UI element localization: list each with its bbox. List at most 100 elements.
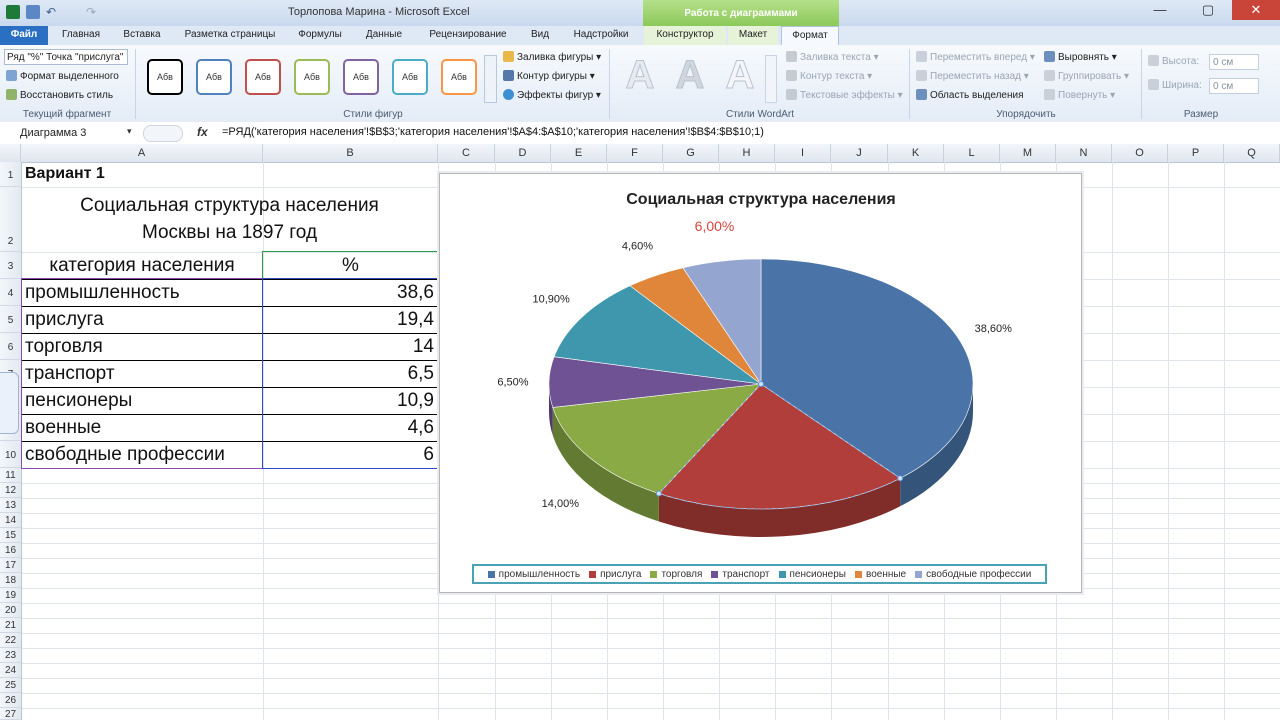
row-header[interactable]: 14	[0, 513, 21, 528]
save-icon[interactable]	[26, 5, 40, 19]
column-header[interactable]: K	[888, 144, 944, 162]
column-header[interactable]: I	[775, 144, 831, 162]
cell-a2-line2[interactable]: Москвы на 1897 год	[21, 222, 438, 244]
text-effects-button[interactable]: Текстовые эффекты ▾	[786, 89, 903, 101]
cell-a1[interactable]: Вариант 1	[25, 165, 105, 183]
text-fill-button[interactable]: Заливка текста ▾	[786, 51, 879, 63]
column-header[interactable]: M	[1000, 144, 1056, 162]
tab-view[interactable]: Вид	[522, 26, 558, 45]
side-panel-handle[interactable]	[0, 372, 19, 434]
select-all-corner[interactable]	[0, 144, 21, 162]
row-header[interactable]: 22	[0, 633, 21, 648]
shape-style-swatch-1[interactable]: Абв	[147, 59, 183, 95]
column-header[interactable]: O	[1112, 144, 1168, 162]
chart-legend[interactable]: промышленность прислуга торговля транспорт п…	[472, 564, 1047, 584]
shape-style-swatch-3[interactable]: Абв	[245, 59, 281, 95]
row-header[interactable]: 13	[0, 498, 21, 513]
row-header[interactable]: 16	[0, 543, 21, 558]
row-header[interactable]: 23	[0, 648, 21, 663]
selection-handle[interactable]	[758, 381, 764, 387]
column-header[interactable]: H	[719, 144, 775, 162]
tab-insert[interactable]: Вставка	[112, 26, 172, 45]
legend-item-транспорт[interactable]: транспорт	[711, 569, 770, 580]
undo-icon[interactable]: ↶	[44, 5, 58, 19]
shape-style-swatch-4[interactable]: Абв	[294, 59, 330, 95]
row-header[interactable]: 17	[0, 558, 21, 573]
column-header[interactable]: P	[1168, 144, 1224, 162]
close-button[interactable]: ✕	[1232, 0, 1280, 20]
minimize-button[interactable]: —	[1136, 0, 1184, 20]
legend-item-промышленность[interactable]: промышленность	[487, 569, 580, 580]
wordart-scroll[interactable]	[765, 55, 777, 103]
formula-bar-expander[interactable]	[143, 125, 183, 142]
shape-fill-button[interactable]: Заливка фигуры ▾	[503, 51, 601, 63]
row-header[interactable]: 5	[0, 306, 21, 333]
column-header[interactable]: G	[663, 144, 719, 162]
column-header[interactable]: D	[495, 144, 551, 162]
tab-formulas[interactable]: Формулы	[290, 26, 350, 45]
reset-style-button[interactable]: Восстановить стиль	[6, 89, 113, 101]
chart-element-dropdown[interactable]: Ряд "%" Точка "прислуга"	[4, 49, 128, 65]
shape-style-swatch-7[interactable]: Абв	[441, 59, 477, 95]
row-header[interactable]: 10	[0, 441, 21, 468]
data-label-промышленность[interactable]: 38,60%	[975, 323, 1013, 335]
name-box-dropdown-icon[interactable]: ▾	[127, 126, 132, 137]
height-input[interactable]: 0 см	[1209, 54, 1259, 70]
redo-icon[interactable]: ↷	[84, 5, 98, 19]
tab-page-layout[interactable]: Разметка страницы	[178, 26, 282, 45]
row-header[interactable]: 12	[0, 483, 21, 498]
row-header[interactable]: 20	[0, 603, 21, 618]
align-button[interactable]: Выровнять ▾	[1044, 51, 1117, 63]
column-header[interactable]: Q	[1224, 144, 1280, 162]
shape-outline-button[interactable]: Контур фигуры ▾	[503, 70, 595, 82]
row-header[interactable]: 11	[0, 468, 21, 483]
legend-item-военные[interactable]: военные	[855, 569, 906, 580]
legend-item-свободные-профессии[interactable]: свободные профессии	[915, 569, 1031, 580]
name-box[interactable]: Диаграмма 3	[20, 125, 136, 141]
data-label-торговля[interactable]: 14,00%	[542, 498, 580, 510]
chart-title[interactable]: Социальная структура населения	[626, 191, 896, 208]
row-header[interactable]: 3	[0, 252, 21, 279]
column-header[interactable]: B	[263, 144, 438, 162]
pie-chart[interactable]: Социальная структура населения38,60%19,4…	[439, 173, 1082, 593]
column-header[interactable]: E	[551, 144, 607, 162]
row-header[interactable]: 25	[0, 678, 21, 693]
selection-pane-button[interactable]: Область выделения	[916, 89, 1024, 101]
wordart-style-1[interactable]: A	[620, 53, 660, 98]
row-header[interactable]: 18	[0, 573, 21, 588]
wordart-style-2[interactable]: A	[670, 53, 710, 98]
selection-handle[interactable]	[897, 475, 904, 482]
row-header[interactable]: 15	[0, 528, 21, 543]
data-label-военные[interactable]: 4,60%	[622, 240, 653, 252]
row-header[interactable]: 1	[0, 162, 21, 187]
row-header[interactable]: 27	[0, 708, 21, 720]
pie-chart-svg[interactable]: Социальная структура населения38,60%19,4…	[440, 174, 1081, 592]
legend-item-пенсионеры[interactable]: пенсионеры	[778, 569, 846, 580]
data-label-пенсионеры[interactable]: 10,90%	[533, 294, 571, 306]
maximize-button[interactable]: ▢	[1184, 0, 1232, 20]
cell-a2-line1[interactable]: Социальная структура населения	[21, 195, 438, 217]
selection-handle[interactable]	[655, 490, 662, 497]
row-header[interactable]: 26	[0, 693, 21, 708]
column-header[interactable]: A	[21, 144, 263, 162]
shape-styles-scroll[interactable]	[484, 55, 497, 103]
shape-style-swatch-5[interactable]: Абв	[343, 59, 379, 95]
data-label-транспорт[interactable]: 6,50%	[497, 376, 528, 388]
send-backward-button[interactable]: Переместить назад ▾	[916, 70, 1029, 82]
tab-file[interactable]: Файл	[0, 26, 48, 45]
tab-home[interactable]: Главная	[55, 26, 107, 45]
legend-item-прислуга[interactable]: прислуга	[589, 569, 641, 580]
tab-format[interactable]: Формат	[781, 26, 839, 45]
shape-style-swatch-6[interactable]: Абв	[392, 59, 428, 95]
cell-header-category[interactable]: категория населения	[21, 255, 263, 277]
legend-item-торговля[interactable]: торговля	[650, 569, 702, 580]
width-input[interactable]: 0 см	[1209, 78, 1259, 94]
tab-review[interactable]: Рецензирование	[420, 26, 516, 45]
text-outline-button[interactable]: Контур текста ▾	[786, 70, 872, 82]
column-header[interactable]: C	[438, 144, 495, 162]
row-header[interactable]: 2	[0, 187, 21, 252]
tab-addins[interactable]: Надстройки	[566, 26, 636, 45]
insert-function-button[interactable]: fx	[197, 125, 208, 139]
shape-effects-button[interactable]: Эффекты фигур ▾	[503, 89, 601, 101]
column-header[interactable]: N	[1056, 144, 1112, 162]
